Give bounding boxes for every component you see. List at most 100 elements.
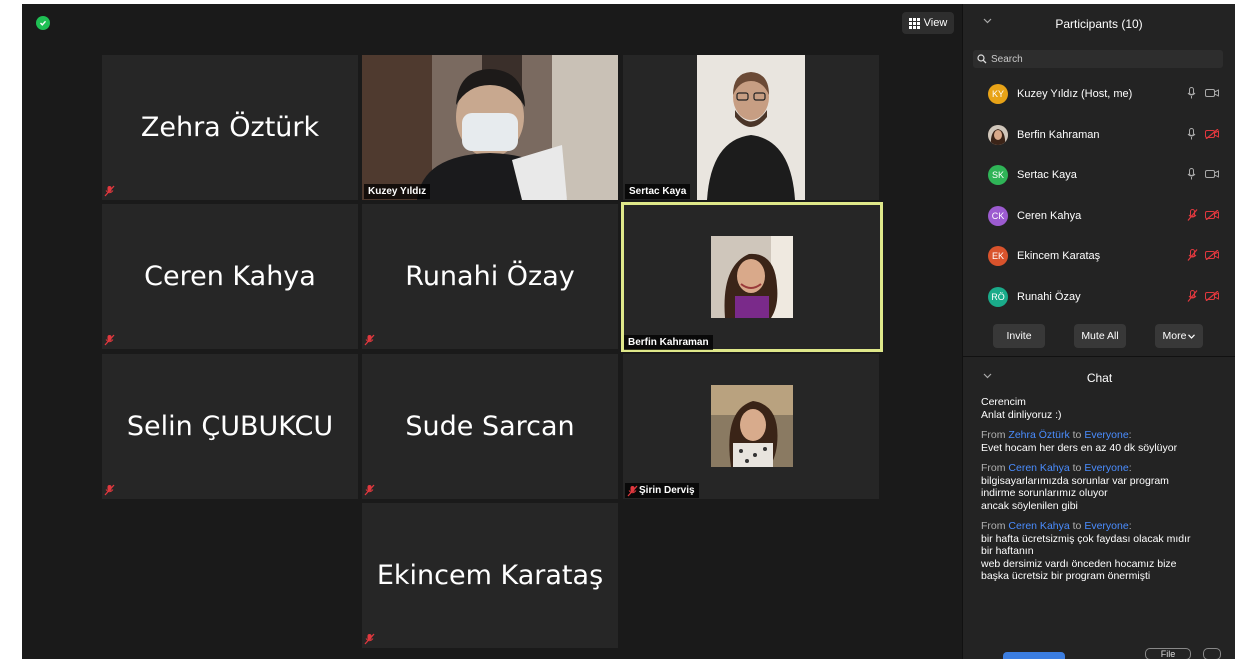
camera-off-icon[interactable] bbox=[1205, 128, 1219, 139]
participant-name: Berfin Kahraman bbox=[1017, 128, 1100, 141]
chat-recipient[interactable]: Everyone bbox=[1084, 429, 1128, 441]
participant-list: KY Kuzey Yıldız (Host, me) Berfin Kahram… bbox=[963, 74, 1235, 317]
mic-muted-icon bbox=[104, 334, 115, 346]
camera-off-icon[interactable] bbox=[1205, 209, 1219, 220]
participant-name: Kuzey Yıldız (Host, me) bbox=[1017, 88, 1133, 101]
panel-divider bbox=[963, 356, 1235, 357]
participant-row[interactable]: CK Ceren Kahya bbox=[963, 196, 1235, 237]
participant-row[interactable]: KY Kuzey Yıldız (Host, me) bbox=[963, 74, 1235, 115]
participant-display-name: Selin ÇUBUKCU bbox=[126, 411, 334, 442]
chat-title: Chat bbox=[1086, 371, 1113, 385]
participant-row[interactable]: EK Ekincem Karataş bbox=[963, 236, 1235, 277]
participant-name: Runahi Özay bbox=[1017, 290, 1081, 303]
chat-more-button[interactable] bbox=[1203, 648, 1221, 659]
chat-message-header: From Ceren Kahya to Everyone: bbox=[981, 520, 1132, 532]
chat-sender[interactable]: Ceren Kahya bbox=[1008, 520, 1069, 532]
participant-row[interactable]: SK Sertac Kaya bbox=[963, 155, 1235, 196]
chat-message: From Ceren Kahya to Everyone: bilgisayar… bbox=[981, 462, 1226, 512]
file-button[interactable]: File bbox=[1145, 648, 1191, 659]
avatar: CK bbox=[988, 205, 1008, 226]
chat-message: Cerencim Anlat dinliyoruz :) bbox=[981, 396, 1226, 421]
chat-message-line: Anlat dinliyoruz :) bbox=[981, 408, 1062, 421]
to-word: to bbox=[1072, 429, 1082, 441]
video-tile[interactable]: Ekincem Karataş bbox=[362, 503, 618, 648]
video-tile[interactable]: Zehra Öztürk bbox=[102, 55, 358, 200]
chat-message-header: From Zehra Öztürk to Everyone: bbox=[981, 429, 1132, 441]
view-button[interactable]: View bbox=[902, 12, 954, 34]
participant-display-name: Runahi Özay bbox=[405, 261, 575, 292]
mic-muted-icon[interactable] bbox=[1187, 208, 1198, 221]
mic-muted-icon[interactable] bbox=[1187, 249, 1198, 261]
chat-message: From Zehra Öztürk to Everyone: Evet hoca… bbox=[981, 429, 1226, 454]
participants-header: Participants (10) bbox=[963, 4, 1235, 44]
mic-muted-icon[interactable] bbox=[1187, 289, 1198, 302]
video-tile[interactable]: Selin ÇUBUKCU bbox=[102, 354, 358, 499]
to-word: to bbox=[1072, 520, 1082, 532]
camera-icon[interactable] bbox=[1205, 169, 1219, 179]
chat-recipient[interactable]: Everyone bbox=[1084, 520, 1128, 532]
avatar bbox=[988, 124, 1008, 145]
chat-sender[interactable]: Zehra Öztürk bbox=[1008, 429, 1069, 441]
mic-icon[interactable] bbox=[1187, 87, 1196, 99]
participant-search-input[interactable]: Search bbox=[973, 50, 1223, 68]
avatar: SK bbox=[988, 165, 1008, 186]
video-tile[interactable]: Runahi Özay bbox=[362, 204, 618, 349]
participant-label: Sertac Kaya bbox=[625, 184, 691, 199]
mic-muted-icon bbox=[364, 633, 375, 645]
chevron-down-icon[interactable] bbox=[983, 18, 992, 24]
participant-name: Sertac Kaya bbox=[1017, 169, 1077, 182]
profile-picture bbox=[711, 236, 793, 318]
video-feed bbox=[362, 55, 618, 200]
participant-display-name: Zehra Öztürk bbox=[140, 112, 320, 143]
shield-icon[interactable] bbox=[36, 16, 50, 30]
zoom-window: View Zehra Öztürk Kuzey Yıldız Sertac Ka… bbox=[22, 4, 1235, 659]
mic-icon[interactable] bbox=[1187, 127, 1196, 140]
video-tile-active-speaker[interactable]: Berfin Kahraman bbox=[621, 202, 883, 352]
video-feed bbox=[697, 55, 805, 200]
camera-icon[interactable] bbox=[1205, 88, 1219, 98]
chat-message-line: web dersimiz vardı önceden hocamız bize bbox=[981, 557, 1177, 570]
video-tile[interactable]: Ceren Kahya bbox=[102, 204, 358, 349]
video-tile[interactable]: Şirin Derviş bbox=[623, 354, 879, 499]
chat-header: Chat bbox=[963, 364, 1235, 392]
more-button[interactable]: More bbox=[1155, 324, 1203, 348]
video-tile[interactable]: Kuzey Yıldız bbox=[362, 55, 618, 200]
chat-message-header: From Ceren Kahya to Everyone: bbox=[981, 462, 1132, 474]
participants-title: Participants (10) bbox=[1055, 17, 1143, 31]
camera-off-icon[interactable] bbox=[1205, 250, 1219, 260]
avatar: EK bbox=[988, 246, 1008, 267]
chat-footer: File bbox=[981, 648, 1226, 659]
participant-label: Berfin Kahraman bbox=[624, 335, 713, 350]
video-tile[interactable]: Sertac Kaya bbox=[623, 55, 879, 200]
from-prefix: From bbox=[981, 429, 1006, 441]
chat-sender[interactable]: Ceren Kahya bbox=[1008, 462, 1069, 474]
from-prefix: From bbox=[981, 462, 1006, 474]
video-tile[interactable]: Sude Sarcan bbox=[362, 354, 618, 499]
side-panel: Participants (10) Search KY Kuzey Yıldız… bbox=[962, 4, 1235, 659]
send-to-dropdown[interactable] bbox=[1003, 652, 1065, 659]
camera-off-icon[interactable] bbox=[1205, 290, 1219, 301]
participant-display-name: Sude Sarcan bbox=[405, 411, 575, 442]
mute-all-button[interactable]: Mute All bbox=[1074, 324, 1126, 348]
mic-muted-icon bbox=[104, 484, 115, 496]
participant-row[interactable]: Berfin Kahraman bbox=[963, 115, 1235, 156]
avatar: RÖ bbox=[988, 286, 1008, 307]
chat-recipient[interactable]: Everyone bbox=[1084, 462, 1128, 474]
chat-message-line: bilgisayarlarımızda sorunlar var program bbox=[981, 474, 1169, 487]
participant-label-muted: Şirin Derviş bbox=[625, 483, 699, 498]
participant-label: Kuzey Yıldız bbox=[364, 184, 431, 199]
chevron-down-icon bbox=[1188, 333, 1196, 339]
participant-row[interactable]: RÖ Runahi Özay bbox=[963, 277, 1235, 318]
chat-messages: Cerencim Anlat dinliyoruz :) From Zehra … bbox=[981, 396, 1226, 591]
chevron-down-icon[interactable] bbox=[983, 373, 992, 379]
mic-muted-icon bbox=[104, 185, 115, 197]
grid-view-icon bbox=[908, 17, 920, 29]
invite-button[interactable]: Invite bbox=[993, 324, 1045, 348]
chat-message-line: Cerencim bbox=[981, 396, 1026, 408]
mic-icon[interactable] bbox=[1187, 168, 1196, 180]
mic-muted-icon bbox=[627, 485, 638, 497]
video-gallery: View Zehra Öztürk Kuzey Yıldız Sertac Ka… bbox=[22, 4, 962, 659]
participant-label-text: Şirin Derviş bbox=[639, 485, 695, 496]
search-icon bbox=[977, 54, 987, 64]
participant-name: Ekincem Karataş bbox=[1017, 250, 1101, 263]
